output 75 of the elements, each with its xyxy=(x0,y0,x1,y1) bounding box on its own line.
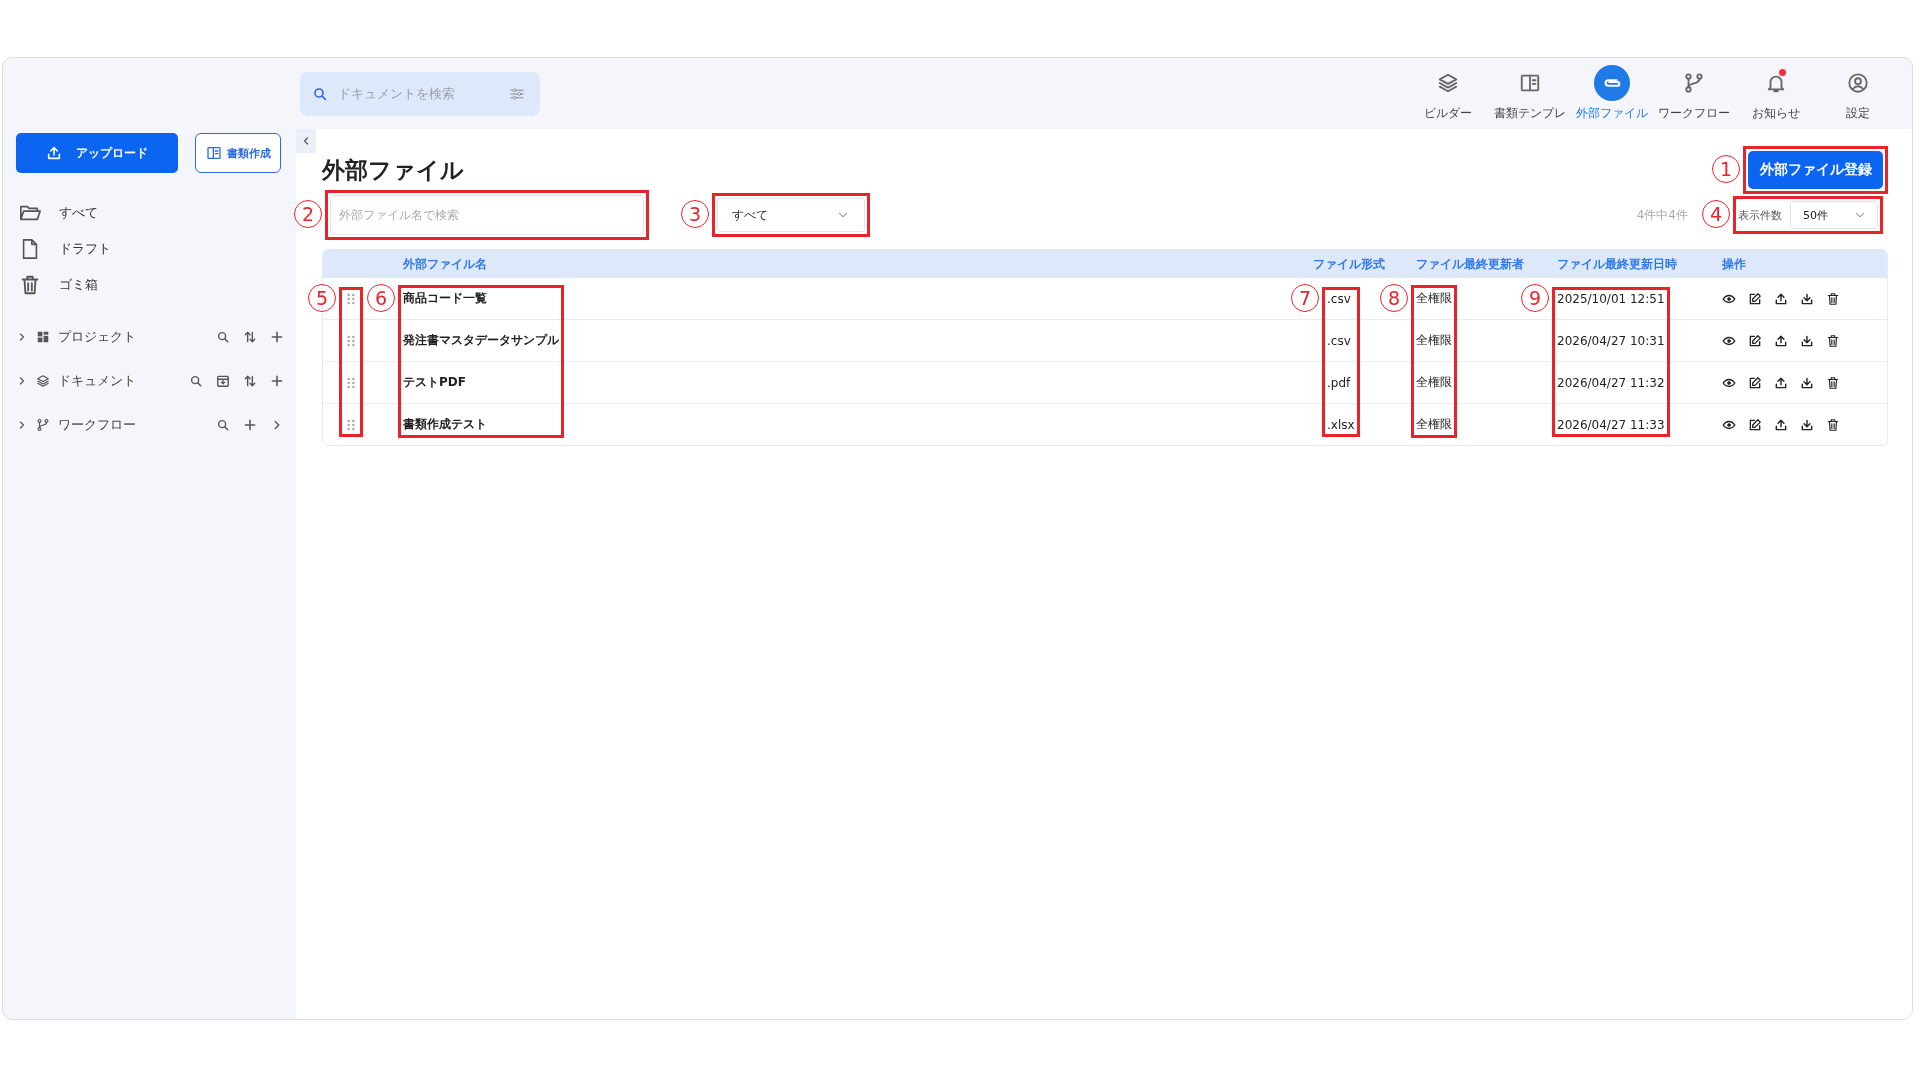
page-size-dropdown[interactable]: 50件 xyxy=(1790,201,1878,229)
layers-icon xyxy=(1437,72,1459,94)
upload-icon[interactable] xyxy=(1774,417,1788,432)
trash-icon[interactable] xyxy=(1826,375,1840,390)
trash-icon[interactable] xyxy=(1826,333,1840,348)
nav-tab[interactable]: ビルダー xyxy=(1412,65,1484,122)
nav-tab[interactable]: 設定 xyxy=(1822,65,1894,122)
file-name: 商品コード一覧 xyxy=(403,290,487,307)
edit-icon[interactable] xyxy=(1748,291,1762,306)
branch-icon xyxy=(36,418,50,432)
sort-icon[interactable] xyxy=(243,374,257,388)
sidebar-item[interactable]: ゴミ箱 xyxy=(16,267,284,303)
section-label[interactable]: ドキュメント xyxy=(58,372,181,390)
table-cell: 全権限 xyxy=(1416,332,1452,349)
table-cell: 2026/04/27 11:33 xyxy=(1557,417,1665,432)
search-field[interactable]: ドキュメントを検索 xyxy=(300,71,540,116)
edit-icon[interactable] xyxy=(1748,333,1762,348)
sidebar-item[interactable]: ドラフト xyxy=(16,231,284,267)
trash-icon xyxy=(19,274,41,296)
upload-icon[interactable] xyxy=(1774,291,1788,306)
upload-icon xyxy=(46,145,62,161)
section-label[interactable]: ワークフロー xyxy=(58,416,208,434)
filter-dropdown[interactable]: すべて xyxy=(717,198,865,232)
download-icon[interactable] xyxy=(1800,291,1814,306)
table-cell: 2025/10/01 12:51 xyxy=(1557,291,1665,306)
register-file-button[interactable]: 外部ファイル登録 xyxy=(1748,151,1883,189)
download-icon[interactable] xyxy=(1800,417,1814,432)
nav-tab[interactable]: ワークフロー xyxy=(1658,65,1730,122)
download-icon[interactable] xyxy=(1800,333,1814,348)
trash-icon[interactable] xyxy=(1826,291,1840,306)
file-name: 書類作成テスト xyxy=(403,416,487,433)
file-name: 発注書マスタデータサンプル xyxy=(403,332,559,349)
trash-icon[interactable] xyxy=(1826,417,1840,432)
page-size-label: 表示件数 xyxy=(1738,207,1782,223)
page-title: 外部ファイル xyxy=(322,155,464,185)
create-document-button[interactable]: 書類作成 xyxy=(195,133,281,173)
sidebar-item[interactable]: すべて xyxy=(16,195,284,231)
plus-icon[interactable] xyxy=(270,330,284,344)
nav-tab[interactable]: 書類テンプレ xyxy=(1494,65,1566,122)
panel-icon xyxy=(205,145,222,161)
unread-dot xyxy=(1779,69,1786,76)
table-cell: .pdf xyxy=(1327,375,1351,390)
table-cell: .xlsx xyxy=(1327,417,1355,432)
layers-icon xyxy=(36,374,50,388)
edit-icon[interactable] xyxy=(1748,417,1762,432)
grid-icon xyxy=(36,330,50,344)
table-cell: 2026/04/27 11:32 xyxy=(1557,375,1665,390)
table-cell: .csv xyxy=(1327,291,1351,306)
nav-tab[interactable]: 外部ファイル xyxy=(1576,65,1648,122)
branch-icon xyxy=(1683,72,1705,94)
collapse-button[interactable] xyxy=(296,129,316,153)
file-name: テストPDF xyxy=(403,374,466,391)
search-icon[interactable] xyxy=(189,374,203,388)
table-cell: 全権限 xyxy=(1416,290,1452,307)
search-icon[interactable] xyxy=(216,330,230,344)
download-icon[interactable] xyxy=(1800,375,1814,390)
upload-icon[interactable] xyxy=(1774,333,1788,348)
sort-icon[interactable] xyxy=(243,330,257,344)
upload-icon[interactable] xyxy=(1774,375,1788,390)
archive-icon[interactable] xyxy=(216,374,230,388)
table-cell: 2026/04/27 10:31 xyxy=(1557,333,1665,348)
edit-icon[interactable] xyxy=(1748,375,1762,390)
search-field[interactable]: 外部ファイル名で検索 xyxy=(330,195,644,235)
plus-icon[interactable] xyxy=(243,418,257,432)
search-icon[interactable] xyxy=(216,418,230,432)
user-icon xyxy=(1847,72,1869,94)
plus-icon[interactable] xyxy=(270,374,284,388)
upload-button[interactable]: アップロード xyxy=(16,133,178,173)
nav-tab[interactable]: お知らせ xyxy=(1740,65,1812,122)
result-count: 4件中4件 xyxy=(1636,206,1688,224)
table-cell: 全権限 xyxy=(1416,416,1452,433)
table-cell: 全権限 xyxy=(1416,374,1452,391)
table-cell: .csv xyxy=(1327,333,1351,348)
book-icon xyxy=(1519,72,1541,94)
section-label[interactable]: プロジェクト xyxy=(58,328,208,346)
